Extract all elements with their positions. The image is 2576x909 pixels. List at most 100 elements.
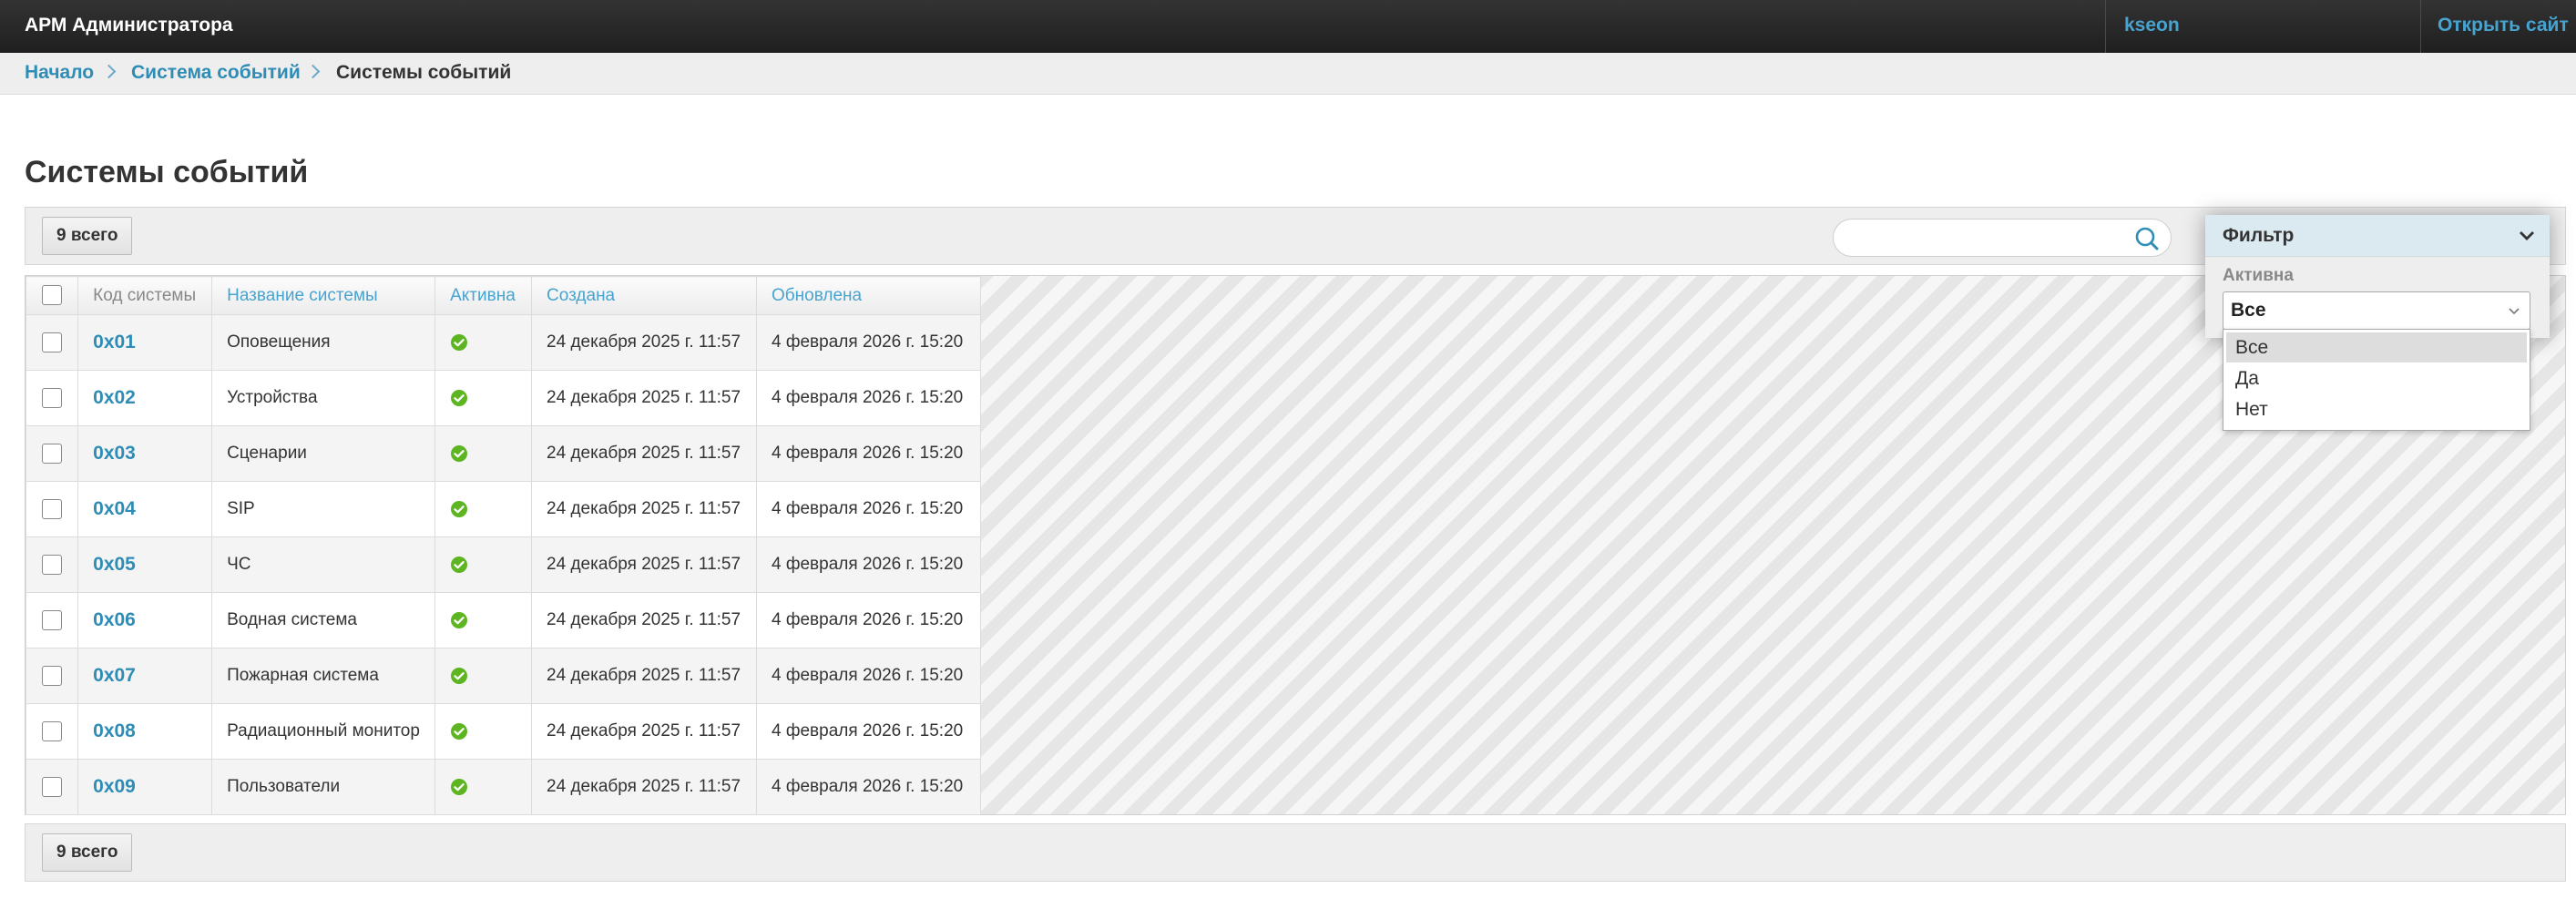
breadcrumb: Начало Система событий Системы событий	[0, 53, 2576, 95]
system-code-link[interactable]: 0x03	[93, 443, 136, 464]
check-circle-icon	[451, 444, 468, 462]
table-row: 0x05 ЧС 24 декабря 2025 г. 11:57 4 февраля …	[25, 536, 981, 593]
filter-header[interactable]: Фильтр	[2205, 215, 2550, 257]
app-title: АРМ Администратора	[25, 15, 233, 36]
row-checkbox[interactable]	[42, 498, 63, 519]
system-name-cell: Устройства	[211, 370, 436, 426]
user-menu-link[interactable]: kseon	[2124, 0, 2180, 51]
table-row: 0x04 SIP 24 декабря 2025 г. 11:57 4 февраля…	[25, 481, 981, 537]
system-code-link[interactable]: 0x05	[93, 554, 136, 575]
active-cell	[434, 648, 533, 704]
system-name-cell: Пожарная система	[211, 648, 436, 704]
row-checkbox[interactable]	[42, 776, 63, 797]
row-checkbox[interactable]	[42, 609, 63, 630]
system-name-cell: Радиационный монитор	[211, 703, 436, 760]
breadcrumb-home[interactable]: Начало	[25, 53, 94, 93]
table-row: 0x01 Оповещения 24 декабря 2025 г. 11:57 4 …	[25, 314, 981, 371]
check-circle-icon	[451, 333, 468, 351]
system-name-cell: Пользователи	[211, 759, 436, 815]
table-row: 0x08 Радиационный монитор 24 декабря 2025 …	[25, 703, 981, 760]
check-circle-icon	[451, 556, 468, 573]
active-cell	[434, 481, 533, 537]
check-circle-icon	[451, 389, 468, 406]
code-cell: 0x05	[77, 536, 213, 593]
dropdown-option-yes[interactable]: Да	[2226, 363, 2527, 393]
row-checkbox[interactable]	[42, 665, 63, 686]
dropdown-option-all[interactable]: Все	[2226, 332, 2527, 363]
row-select-cell	[25, 481, 79, 537]
row-checkbox[interactable]	[42, 387, 63, 408]
active-cell	[434, 759, 533, 815]
select-all-checkbox[interactable]	[42, 285, 63, 306]
system-code-link[interactable]: 0x04	[93, 498, 136, 519]
row-select-cell	[25, 592, 79, 649]
active-cell	[434, 370, 533, 426]
code-cell: 0x09	[77, 759, 213, 815]
updated-cell: 4 февраля 2026 г. 15:20	[756, 592, 981, 649]
code-cell: 0x03	[77, 425, 213, 482]
created-cell: 24 декабря 2025 г. 11:57	[531, 314, 758, 371]
search-input[interactable]	[1846, 220, 2123, 258]
dropdown-option-no[interactable]: Нет	[2226, 394, 2527, 424]
updated-cell: 4 февраля 2026 г. 15:20	[756, 536, 981, 593]
created-cell: 24 декабря 2025 г. 11:57	[531, 703, 758, 760]
top-header: АРМ Администратора kseon Открыть сайт	[0, 0, 2576, 53]
filter-title: Фильтр	[2223, 225, 2295, 246]
created-cell: 24 декабря 2025 г. 11:57	[531, 759, 758, 815]
check-circle-icon	[451, 611, 468, 628]
column-header-name[interactable]: Название системы	[211, 276, 436, 315]
table-body: 0x01 Оповещения 24 декабря 2025 г. 11:57 4 …	[25, 314, 981, 815]
updated-cell: 4 февраля 2026 г. 15:20	[756, 481, 981, 537]
code-cell: 0x04	[77, 481, 213, 537]
table-row: 0x07 Пожарная система 24 декабря 2025 г. 1…	[25, 648, 981, 704]
check-circle-icon	[451, 667, 468, 684]
system-code-link[interactable]: 0x02	[93, 387, 136, 408]
column-header-code: Код системы	[77, 276, 213, 315]
column-header-active[interactable]: Активна	[434, 276, 533, 315]
system-code-link[interactable]: 0x08	[93, 720, 136, 741]
search-icon[interactable]	[2134, 226, 2160, 251]
code-cell: 0x06	[77, 592, 213, 649]
column-header-created[interactable]: Создана	[531, 276, 758, 315]
system-code-link[interactable]: 0x06	[93, 609, 136, 630]
system-name-cell: SIP	[211, 481, 436, 537]
system-name-cell: Сценарии	[211, 425, 436, 482]
total-count-button[interactable]: 9 всего	[42, 833, 133, 872]
breadcrumb-event-system[interactable]: Система событий	[131, 53, 301, 93]
table-row: 0x06 Водная система 24 декабря 2025 г. 11:…	[25, 592, 981, 649]
system-code-link[interactable]: 0x01	[93, 332, 136, 352]
system-name-cell: ЧС	[211, 536, 436, 593]
row-checkbox[interactable]	[42, 720, 63, 741]
row-select-cell	[25, 703, 79, 760]
results-table: Код системы Название системы Активна Соз…	[25, 276, 981, 815]
row-checkbox[interactable]	[42, 332, 63, 352]
row-select-cell	[25, 370, 79, 426]
header-divider	[2105, 0, 2106, 53]
check-circle-icon	[451, 500, 468, 517]
row-checkbox[interactable]	[42, 554, 63, 575]
system-code-link[interactable]: 0x09	[93, 776, 136, 797]
created-cell: 24 декабря 2025 г. 11:57	[531, 481, 758, 537]
row-checkbox[interactable]	[42, 443, 63, 464]
code-cell: 0x02	[77, 370, 213, 426]
updated-cell: 4 февраля 2026 г. 15:20	[756, 314, 981, 371]
active-cell	[434, 425, 533, 482]
active-cell	[434, 592, 533, 649]
check-circle-icon	[451, 778, 468, 795]
select-value: Все	[2231, 300, 2266, 321]
open-site-link[interactable]: Открыть сайт	[2438, 0, 2569, 51]
column-header-updated[interactable]: Обновлена	[756, 276, 981, 315]
system-code-link[interactable]: 0x07	[93, 665, 136, 686]
created-cell: 24 декабря 2025 г. 11:57	[531, 370, 758, 426]
table-row: 0x09 Пользователи 24 декабря 2025 г. 11:57…	[25, 759, 981, 815]
filter-active-label: Активна	[2223, 266, 2294, 285]
check-circle-icon	[451, 722, 468, 740]
total-count-button[interactable]: 9 всего	[42, 217, 133, 255]
page-title: Системы событий	[25, 155, 309, 189]
created-cell: 24 декабря 2025 г. 11:57	[531, 648, 758, 704]
table-header-row: Код системы Название системы Активна Соз…	[25, 276, 981, 315]
active-filter-select[interactable]: Все	[2223, 291, 2530, 330]
row-select-cell	[25, 759, 79, 815]
updated-cell: 4 февраля 2026 г. 15:20	[756, 425, 981, 482]
system-name-cell: Оповещения	[211, 314, 436, 371]
